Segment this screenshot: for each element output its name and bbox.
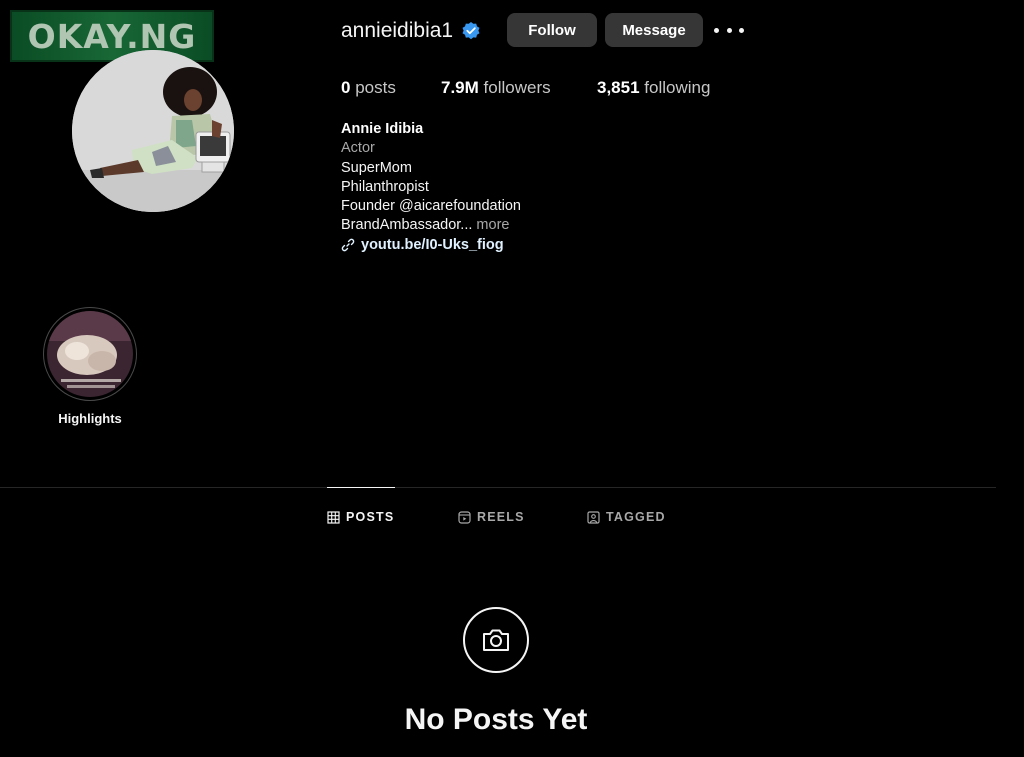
bio-more-link[interactable]: more xyxy=(476,217,509,233)
camera-icon xyxy=(483,629,509,651)
watermark-text: OKAY.NG xyxy=(27,16,197,56)
tab-label: TAGGED xyxy=(606,510,666,524)
dot xyxy=(726,27,732,33)
following-value: 3,851 xyxy=(597,78,640,97)
empty-state-title: No Posts Yet xyxy=(404,703,588,736)
dot xyxy=(714,27,719,33)
posts-label: posts xyxy=(355,78,396,97)
bio-external-link[interactable]: youtu.be/I0-Uks_fiog xyxy=(341,236,521,255)
link-icon xyxy=(341,239,355,252)
profile-avatar[interactable] xyxy=(72,50,234,212)
tagged-icon xyxy=(587,510,600,524)
highlight-cover xyxy=(47,311,133,397)
bio-line: SuperMom xyxy=(341,159,412,176)
following-label: following xyxy=(644,78,711,97)
dot xyxy=(739,27,744,33)
posts-value: 0 xyxy=(341,78,351,97)
profile-username-row: annieidibia1 xyxy=(341,16,481,46)
highlight-cover-image xyxy=(47,311,133,397)
profile-bio: Annie Idibia Actor SuperMom Philanthropi… xyxy=(341,120,521,255)
verified-badge-icon xyxy=(462,22,480,40)
username-text[interactable]: annieidibia1 xyxy=(341,19,453,43)
active-tab-indicator xyxy=(327,487,395,488)
avatar-photo xyxy=(72,50,234,212)
okay-ng-watermark: OKAY.NG xyxy=(10,10,214,62)
followers-value: 7.9M xyxy=(441,78,479,97)
tab-label: REELS xyxy=(477,510,525,524)
story-highlight[interactable] xyxy=(43,307,137,401)
highlight-label: Highlights xyxy=(58,411,122,426)
reels-icon xyxy=(458,510,471,524)
tab-tagged[interactable]: TAGGED xyxy=(587,508,666,526)
followers-label: followers xyxy=(483,78,551,97)
bio-line: BrandAmbassador... xyxy=(341,217,473,234)
message-button[interactable]: Message xyxy=(605,13,703,47)
profile-category: Actor xyxy=(341,140,375,157)
posts-count: 0 posts xyxy=(341,78,396,98)
bio-line-truncated: BrandAmbassador... more xyxy=(341,216,521,235)
empty-state-camera xyxy=(463,607,529,673)
followers-count[interactable]: 7.9M followers xyxy=(441,78,551,98)
following-count[interactable]: 3,851 following xyxy=(597,78,710,98)
tab-reels[interactable]: REELS xyxy=(458,508,525,526)
bio-line-mention[interactable]: Founder @aicarefoundation xyxy=(341,197,521,216)
profile-full-name: Annie Idibia xyxy=(341,121,424,137)
bio-line: Philanthropist xyxy=(341,178,429,195)
bio-link-text: youtu.be/I0-Uks_fiog xyxy=(361,236,504,253)
follow-button[interactable]: Follow xyxy=(507,13,597,47)
tab-posts[interactable]: POSTS xyxy=(327,508,394,526)
tab-label: POSTS xyxy=(346,510,395,524)
tabs-divider xyxy=(0,487,996,488)
more-options-icon[interactable] xyxy=(714,22,744,38)
grid-icon xyxy=(327,510,340,524)
